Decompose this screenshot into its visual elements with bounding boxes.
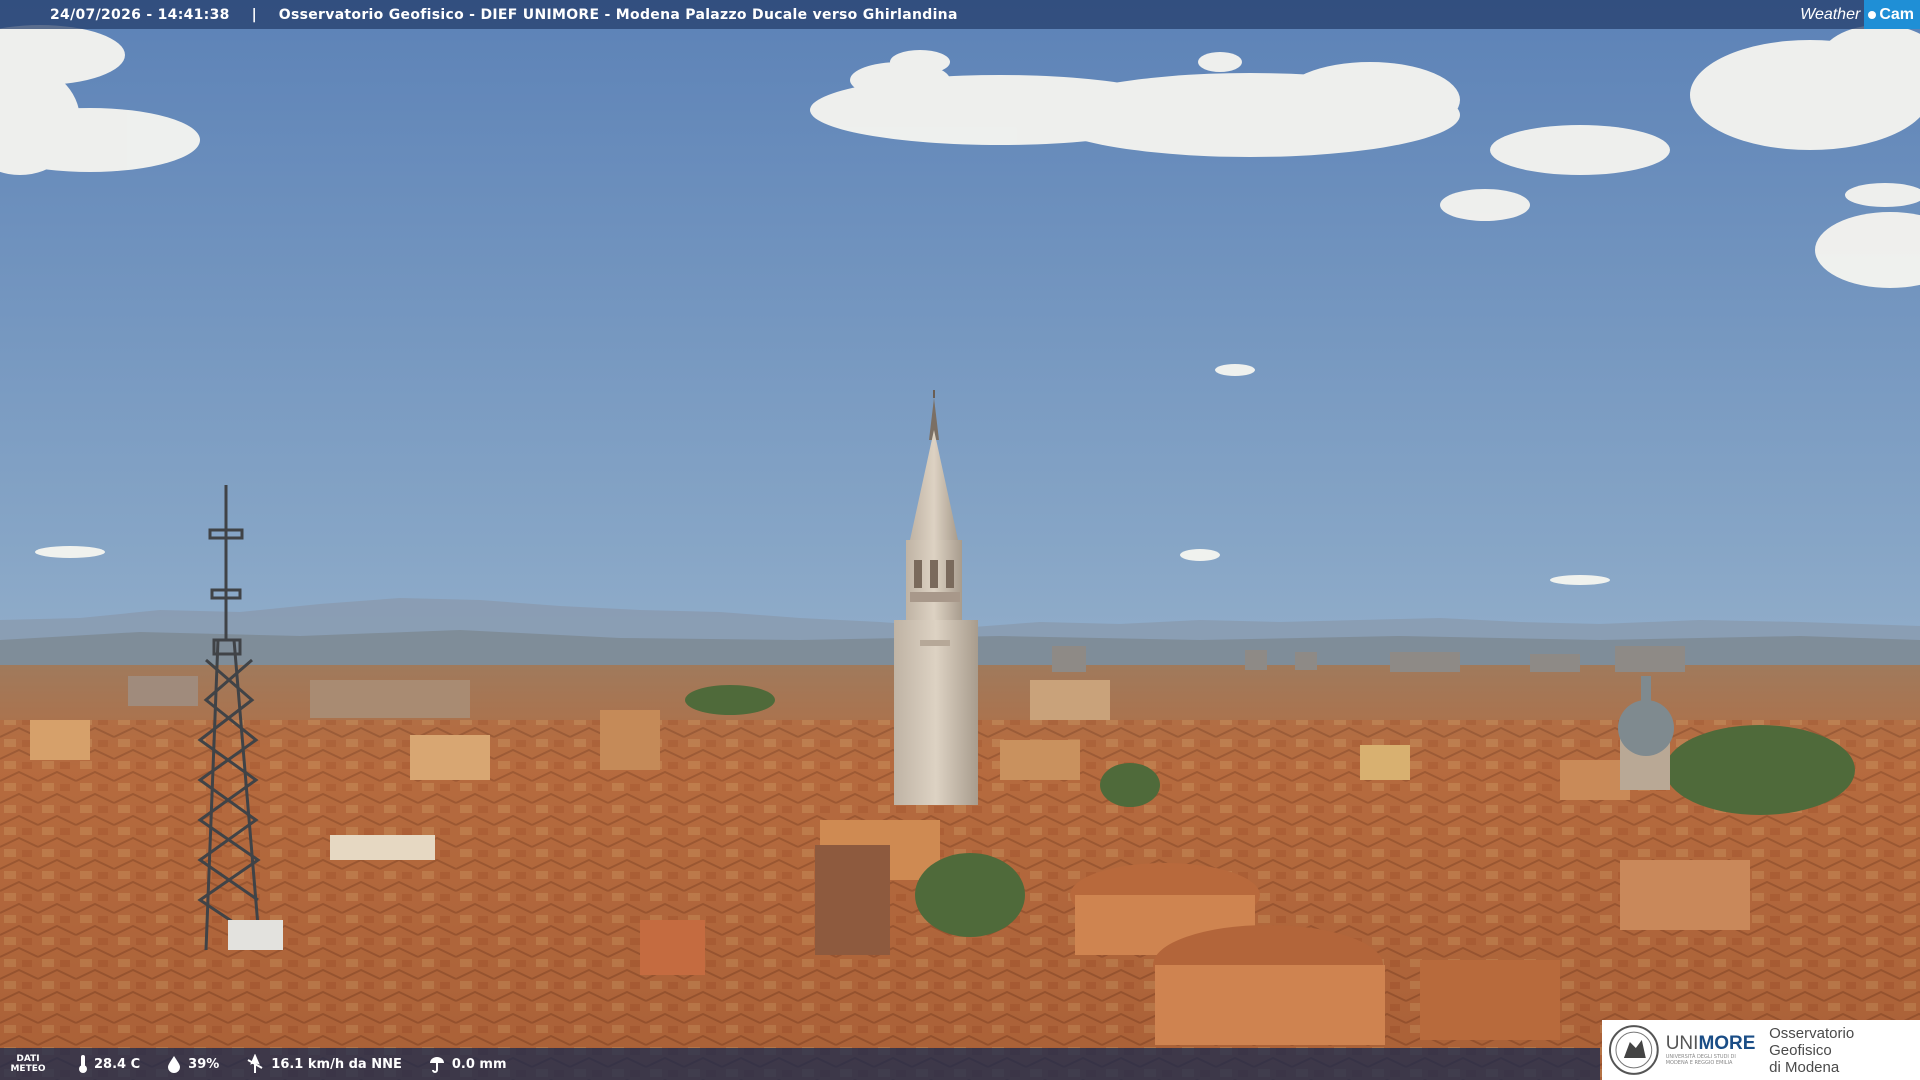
unimore-logo: UNIMORE UNIVERSITÀ DEGLI STUDI DI MODENA… — [1602, 1020, 1920, 1080]
weathercam-logo-weather: Weather — [1800, 5, 1861, 23]
wind-icon — [247, 1054, 263, 1073]
wind-value: 16.1 km/h da NNE — [271, 1056, 402, 1072]
rain-icon — [429, 1057, 444, 1073]
observatory-name: Osservatorio Geofisico di Modena — [1769, 1025, 1920, 1076]
humidity-reading: 39% — [166, 1055, 219, 1073]
weathercam-logo-cam: Cam — [1864, 0, 1920, 29]
weather-data-label: DATI METEO — [0, 1054, 56, 1074]
unimore-suffix: MORE — [1698, 1033, 1756, 1054]
thermometer-icon — [79, 1055, 87, 1073]
temperature-value: 28.4 C — [94, 1056, 141, 1072]
wind-reading: 16.1 km/h da NNE — [245, 1054, 402, 1074]
humidity-value: 39% — [188, 1056, 220, 1072]
temperature-reading: 28.4 C — [78, 1054, 140, 1074]
top-caption-bar: 24/07/2026 - 14:41:38 | Osservatorio Geo… — [0, 0, 1920, 29]
observatory-name-line1: Osservatorio Geofisico — [1769, 1024, 1855, 1059]
weather-data-label-line1: DATI — [16, 1054, 40, 1064]
unimore-prefix: UNI — [1665, 1033, 1699, 1054]
unimore-subtitle-line2: MODENA E REGGIO EMILIA — [1665, 1060, 1733, 1066]
unimore-name: UNIMORE — [1666, 1034, 1761, 1054]
camera-dot-icon — [1868, 10, 1877, 19]
university-seal-icon — [1608, 1025, 1659, 1075]
caption-separator: | — [251, 6, 257, 23]
rain-reading: 0.0 mm — [428, 1055, 507, 1073]
camera-title: Osservatorio Geofisico - DIEF UNIMORE - … — [278, 6, 958, 23]
city-landscape-image — [0, 0, 1920, 1080]
observatory-name-line2: di Modena — [1769, 1058, 1840, 1076]
weathercam-logo-cam-text: Cam — [1879, 5, 1914, 23]
weathercam-logo: Weather Cam — [1800, 0, 1920, 29]
webcam-view: 24/07/2026 - 14:41:38 | Osservatorio Geo… — [0, 0, 1920, 1080]
weather-data-label-line2: METEO — [10, 1064, 46, 1074]
humidity-drop-icon — [168, 1056, 181, 1073]
timestamp: 24/07/2026 - 14:41:38 — [50, 6, 230, 23]
unimore-wordmark: UNIMORE UNIVERSITÀ DEGLI STUDI DI MODENA… — [1665, 1034, 1761, 1067]
weather-data-bar: DATI METEO 28.4 C 39% 16.1 km/h da NNE 0… — [0, 1048, 1600, 1080]
rain-value: 0.0 mm — [451, 1056, 507, 1072]
